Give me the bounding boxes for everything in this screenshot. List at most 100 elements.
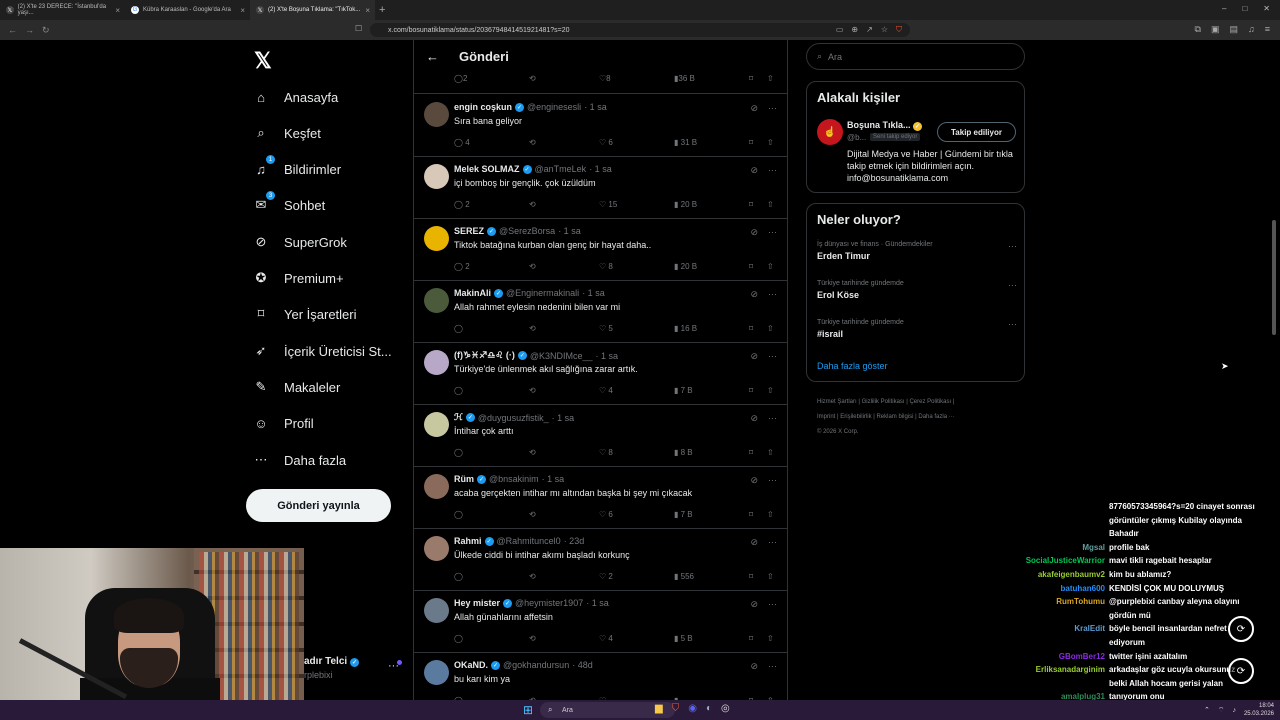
close-tab-icon[interactable]: × bbox=[365, 6, 370, 15]
bookmark-icon[interactable]: ⌑ bbox=[749, 510, 753, 519]
bookmark-page-icon[interactable]: ☐ bbox=[355, 24, 362, 33]
bookmark-icon[interactable]: ⌑ bbox=[749, 572, 753, 581]
search-input[interactable]: ⌕ Ara bbox=[806, 43, 1025, 70]
views-button[interactable]: ▮ 5 B bbox=[674, 634, 693, 643]
like-button[interactable]: ♡ 5 bbox=[599, 324, 613, 333]
share-icon[interactable]: ⇧ bbox=[767, 138, 774, 147]
more-icon[interactable]: ··· bbox=[768, 475, 777, 486]
bookmark-icon[interactable]: ⌑ bbox=[749, 262, 753, 271]
windows-start-icon[interactable]: ⊞ bbox=[523, 703, 533, 717]
more-icon[interactable]: ··· bbox=[768, 165, 777, 176]
more-icon[interactable]: ··· bbox=[768, 661, 777, 672]
reply-button[interactable]: ◯ 2 bbox=[454, 262, 470, 271]
grok-icon[interactable]: ⊘ bbox=[750, 661, 758, 672]
tweet-author-handle[interactable]: @K3NDIMce__ bbox=[530, 351, 593, 361]
nav-item-10[interactable]: ⋯ Daha fazla bbox=[252, 451, 347, 469]
tweet-author-handle[interactable]: @heymister1907 bbox=[515, 598, 583, 608]
tweet-author-name[interactable]: ℋ bbox=[454, 412, 463, 423]
forward-icon[interactable]: → bbox=[25, 25, 34, 35]
nav-item-2[interactable]: ♫ 1 Bildirimler bbox=[252, 155, 341, 178]
grok-icon[interactable]: ⊘ bbox=[750, 165, 758, 176]
more-icon[interactable]: ··· bbox=[768, 289, 777, 300]
retweet-button[interactable]: ⟲ bbox=[529, 262, 536, 271]
nav-item-1[interactable]: ⌕ Keşfet bbox=[252, 124, 321, 142]
retweet-button[interactable]: ⟲ bbox=[529, 74, 536, 83]
wallet-icon[interactable]: ▤ bbox=[1229, 24, 1238, 35]
avatar[interactable] bbox=[424, 660, 449, 685]
like-button[interactable]: ♡ 8 bbox=[599, 262, 613, 271]
share-icon[interactable]: ↗ bbox=[866, 25, 873, 35]
views-button[interactable]: ▮ 16 B bbox=[674, 324, 697, 333]
bookmark-icon[interactable]: ⌑ bbox=[749, 448, 753, 457]
nav-item-5[interactable]: ✪ Premium+ bbox=[252, 269, 344, 287]
sidebar-icon[interactable]: ▣ bbox=[1211, 24, 1220, 35]
trend-item[interactable]: Türkiye tarihinde gündemde #israil ··· bbox=[817, 319, 1017, 339]
bookmark-icon[interactable]: ⌑ bbox=[749, 138, 753, 147]
retweet-button[interactable]: ⟲ bbox=[529, 572, 536, 581]
menu-icon[interactable]: ≡ bbox=[1265, 24, 1270, 35]
grok-icon[interactable]: ⊘ bbox=[750, 289, 758, 300]
avatar[interactable] bbox=[424, 412, 449, 437]
nav-item-3[interactable]: ✉ 3 Sohbet bbox=[252, 191, 325, 214]
extensions-icon[interactable]: ⧉ bbox=[1195, 24, 1201, 35]
retweet-button[interactable]: ⟲ bbox=[529, 138, 536, 147]
retweet-button[interactable]: ⟲ bbox=[529, 386, 536, 395]
avatar[interactable] bbox=[424, 164, 449, 189]
nav-item-4[interactable]: ⊘ SuperGrok bbox=[252, 233, 347, 251]
bookmark-icon[interactable]: ⌑ bbox=[749, 386, 753, 395]
back-icon[interactable]: ← bbox=[8, 25, 17, 35]
more-icon[interactable]: ··· bbox=[768, 599, 777, 610]
grok-icon[interactable]: ⊘ bbox=[750, 227, 758, 238]
views-button[interactable]: ▮ 20 B bbox=[674, 262, 697, 271]
more-icon[interactable]: ··· bbox=[1008, 319, 1017, 329]
tweet-author-name[interactable]: MakinAli bbox=[454, 288, 491, 298]
cast-icon[interactable]: ▭ bbox=[836, 25, 844, 35]
retweet-button[interactable]: ⟲ bbox=[529, 510, 536, 519]
views-button[interactable]: ▮ 7 B bbox=[674, 386, 693, 395]
reply-button[interactable]: ◯ 2 bbox=[454, 200, 470, 209]
following-button[interactable]: Takip ediliyor bbox=[937, 122, 1016, 142]
tweet-author-name[interactable]: Melek SOLMAZ bbox=[454, 164, 520, 174]
grok-icon[interactable]: ⊘ bbox=[750, 351, 758, 362]
reply-tweet[interactable]: engin coşkun ✓ @enginesesli · 1 sa ⊘ ···… bbox=[414, 95, 787, 157]
avatar[interactable] bbox=[424, 350, 449, 375]
more-icon[interactable]: ··· bbox=[768, 351, 777, 362]
like-button[interactable]: ♡ 4 bbox=[599, 386, 613, 395]
new-tab-button[interactable]: + bbox=[379, 4, 385, 16]
share-icon[interactable]: ⇧ bbox=[767, 74, 774, 83]
browser-tab-2[interactable]: G Kübra Karaaslan - Google'da Ara × bbox=[125, 0, 250, 20]
close-tab-icon[interactable]: × bbox=[115, 6, 120, 15]
tweet-author-handle[interactable]: @gokhandursun bbox=[503, 660, 569, 670]
nav-item-6[interactable]: ⌑ Yer İşaretleri bbox=[252, 305, 357, 323]
tweet-author-name[interactable]: Rüm bbox=[454, 474, 474, 484]
share-icon[interactable]: ⇧ bbox=[767, 448, 774, 457]
steam-icon[interactable]: ◐ bbox=[706, 703, 712, 714]
browser-tab-1[interactable]: 𝕏 (2) X'te 23 DERECE: "İstanbul'da yaşı.… bbox=[0, 0, 125, 20]
reply-button[interactable]: ◯ bbox=[454, 572, 463, 581]
tweet-author-name[interactable]: SEREZ bbox=[454, 226, 484, 236]
like-button[interactable]: ♡ 6 bbox=[599, 510, 613, 519]
reload-icon[interactable]: ↻ bbox=[42, 25, 50, 36]
avatar[interactable]: ☝ bbox=[817, 119, 843, 145]
like-button[interactable]: ♡ 2 bbox=[599, 572, 613, 581]
views-button[interactable]: ▮ 31 B bbox=[674, 138, 697, 147]
bookmark-icon[interactable]: ⌑ bbox=[749, 634, 753, 643]
retweet-button[interactable]: ⟲ bbox=[529, 634, 536, 643]
star-icon[interactable]: ☆ bbox=[881, 25, 888, 35]
views-button[interactable]: ▮ 20 B bbox=[674, 200, 697, 209]
close-tab-icon[interactable]: × bbox=[240, 6, 245, 15]
share-icon[interactable]: ⇧ bbox=[767, 510, 774, 519]
tweet-author-name[interactable]: (f)♑︎♓︎♐︎♎︎♌︎ (·) bbox=[454, 350, 515, 361]
nav-item-7[interactable]: ➶ İçerik Üreticisi St... bbox=[252, 342, 392, 360]
volume-icon[interactable]: ♪ bbox=[1232, 707, 1236, 714]
retweet-button[interactable]: ⟲ bbox=[529, 324, 536, 333]
reply-button[interactable]: ◯ 2 bbox=[454, 74, 467, 83]
reply-tweet[interactable]: ℋ ✓ @duygusuzfistik_ · 1 sa ⊘ ··· İntiha… bbox=[414, 405, 787, 467]
bookmark-icon[interactable]: ⌑ bbox=[749, 74, 753, 83]
url-field[interactable]: x.com/bosunatiklama/status/2036794841451… bbox=[370, 23, 910, 37]
nav-item-0[interactable]: ⌂ Anasayfa bbox=[252, 88, 338, 106]
reply-tweet[interactable]: Rahmi ✓ @Rahmituncel0 · 23d ⊘ ··· Ülkede… bbox=[414, 529, 787, 591]
media-icon[interactable]: ♫ bbox=[1248, 24, 1255, 35]
clock[interactable]: 18:04 25.03.2026 bbox=[1244, 702, 1274, 718]
grok-icon[interactable]: ⊘ bbox=[750, 599, 758, 610]
